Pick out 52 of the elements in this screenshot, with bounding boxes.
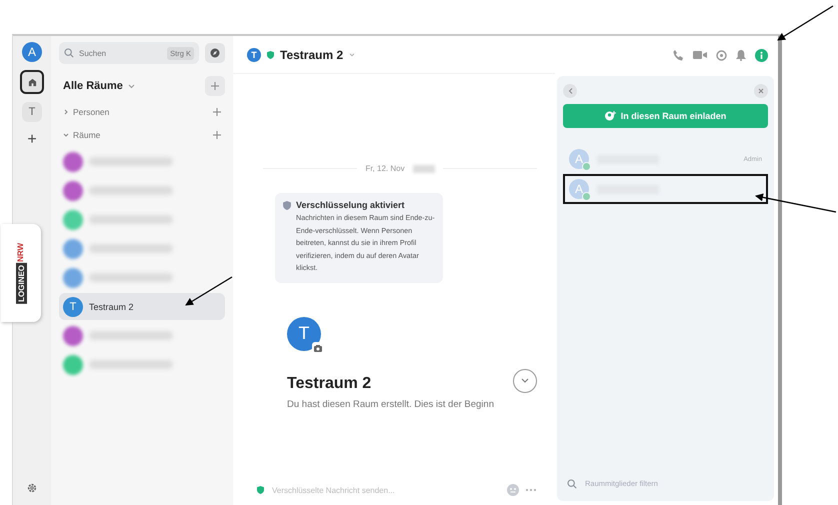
shield-icon <box>257 486 264 494</box>
logo-tab[interactable]: LOGINEO NRW <box>1 224 41 322</box>
message-field[interactable]: Verschlüsselte Nachricht senden... <box>270 484 501 496</box>
info-icon[interactable] <box>755 48 768 62</box>
room-avatar: T <box>63 296 83 316</box>
chevron-icon[interactable] <box>128 84 135 88</box>
user-avatar[interactable]: A <box>22 42 42 62</box>
add-button[interactable] <box>205 76 225 96</box>
section-label[interactable]: Personen <box>73 107 110 117</box>
more-icon[interactable] <box>525 488 537 492</box>
add-space-button[interactable]: + <box>22 130 42 150</box>
room-item[interactable]: T Testraum 2 <box>59 293 225 320</box>
invite-button[interactable]: In diesen Raum einladen <box>563 104 768 128</box>
room-title[interactable]: Testraum 2 <box>280 48 344 62</box>
settings-icon[interactable] <box>27 483 37 493</box>
search-icon <box>567 478 577 488</box>
camera-icon[interactable] <box>312 342 324 354</box>
room-list-title[interactable]: Alle Räume <box>63 80 123 92</box>
annotation-arrow <box>777 5 834 41</box>
intro-text: Du hast diesen Raum erstellt. Dies ist der Beginn <box>287 398 495 410</box>
bell-icon[interactable] <box>736 50 746 60</box>
chevron-icon <box>521 378 529 383</box>
chevron-icon <box>568 88 572 94</box>
chevron-icon[interactable] <box>349 52 356 56</box>
jump-down-button[interactable] <box>513 368 537 392</box>
close-button[interactable] <box>754 84 768 98</box>
blurred-year <box>412 164 435 172</box>
add-person-icon <box>604 111 616 121</box>
back-button[interactable] <box>563 84 577 98</box>
phone-icon[interactable] <box>673 50 684 60</box>
shield-icon <box>283 201 291 210</box>
space-button[interactable]: T <box>22 102 42 122</box>
date-separator: Fr, 12. Nov <box>365 164 405 173</box>
notice-title: Verschlüsselung aktiviert <box>296 200 406 210</box>
home-icon <box>28 78 36 86</box>
section-label[interactable]: Räume <box>73 130 100 140</box>
explore-button[interactable] <box>205 43 225 63</box>
close-icon <box>758 88 764 94</box>
emoji-icon[interactable] <box>507 484 519 496</box>
search-icon <box>64 48 74 58</box>
plus-icon <box>211 82 219 90</box>
chevron-icon[interactable] <box>63 109 69 115</box>
compass-icon <box>210 48 220 58</box>
member-avatar: A <box>569 149 589 169</box>
intro-title: Testraum 2 <box>287 374 372 392</box>
room-avatar[interactable]: T <box>247 48 261 62</box>
video-icon[interactable] <box>693 50 707 60</box>
chevron-icon[interactable] <box>63 132 69 138</box>
shield-icon <box>267 50 274 58</box>
home-button[interactable] <box>20 70 44 94</box>
annotation-arrow <box>185 276 232 306</box>
member-avatar: A <box>569 179 589 199</box>
